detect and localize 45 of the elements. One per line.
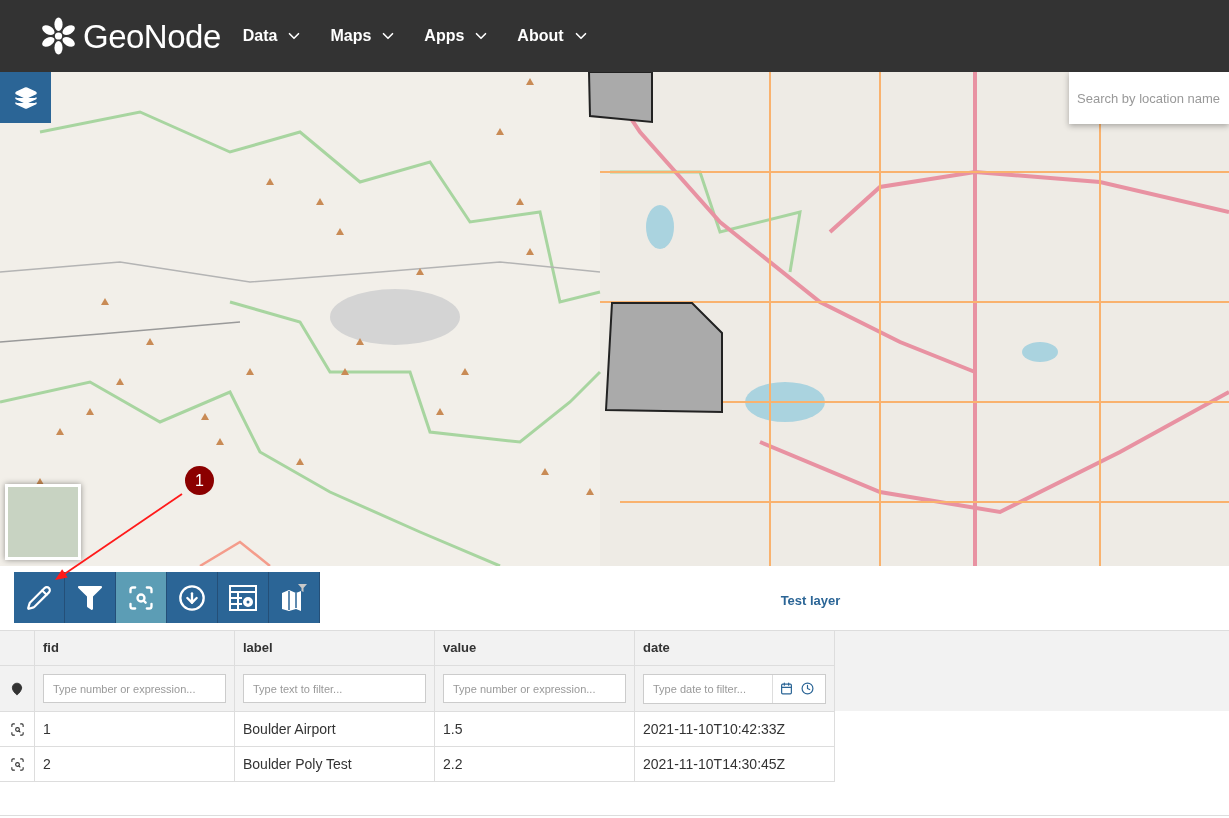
search-field[interactable]: Search by location name	[1069, 72, 1229, 124]
zoom-to-icon[interactable]	[9, 721, 25, 737]
toolbar-button[interactable]	[167, 572, 218, 623]
table-cell-text: 2.2	[443, 754, 463, 774]
toolbar-button[interactable]	[218, 572, 269, 623]
date-filter[interactable]: Type date to filter...	[643, 673, 826, 704]
clock-icon[interactable]	[801, 682, 814, 695]
toolbar-button[interactable]	[269, 572, 320, 623]
nav-menu[interactable]: Maps	[330, 24, 398, 48]
table-cell-text: 1.5	[443, 719, 463, 739]
layers-icon	[13, 85, 38, 110]
nav-menu[interactable]: About	[517, 24, 590, 48]
polygon-feature[interactable]	[604, 302, 723, 413]
column-header[interactable]: value	[443, 638, 477, 658]
column-header[interactable]: date	[643, 638, 670, 658]
brand-name: GeoNode	[83, 19, 221, 53]
table-cell-text: 2	[43, 754, 51, 774]
pencil-icon	[26, 584, 52, 611]
map-pin-icon	[10, 681, 24, 696]
toolbar-button[interactable]	[116, 572, 167, 623]
filter-field[interactable]: Type number or expression...	[43, 674, 226, 703]
table-cell-text: Boulder Poly Test	[243, 754, 352, 774]
table-gear-icon	[229, 584, 257, 611]
table-cell-text: 2021-11-10T14:30:45Z	[643, 754, 786, 774]
table-cell-text: Boulder Airport	[243, 719, 336, 739]
layer-title: Test layer	[780, 592, 841, 610]
brand-logo[interactable]: GeoNode	[40, 16, 221, 56]
layers-button[interactable]	[0, 72, 51, 123]
table-cell-text: 2021-11-10T10:42:33Z	[643, 719, 786, 739]
zoom-to-icon	[127, 583, 155, 612]
download-icon	[178, 583, 206, 612]
filter-field[interactable]: Type number or expression...	[443, 674, 626, 703]
nav-menu[interactable]: Data	[242, 24, 304, 48]
map-funnel-icon	[281, 583, 307, 612]
column-header[interactable]: label	[243, 638, 273, 658]
zoom-to-icon[interactable]	[9, 756, 25, 772]
flower-logo-icon	[40, 16, 77, 56]
toolbar-button[interactable]	[65, 572, 116, 623]
funnel-icon	[78, 585, 102, 610]
table-cell-text: 1	[43, 719, 51, 739]
nav-menu[interactable]: Apps	[424, 24, 491, 48]
filter-field[interactable]: Type text to filter...	[243, 674, 426, 703]
calendar-icon[interactable]	[780, 682, 793, 695]
column-header[interactable]: fid	[43, 638, 59, 658]
toolbar-button[interactable]	[14, 572, 65, 623]
